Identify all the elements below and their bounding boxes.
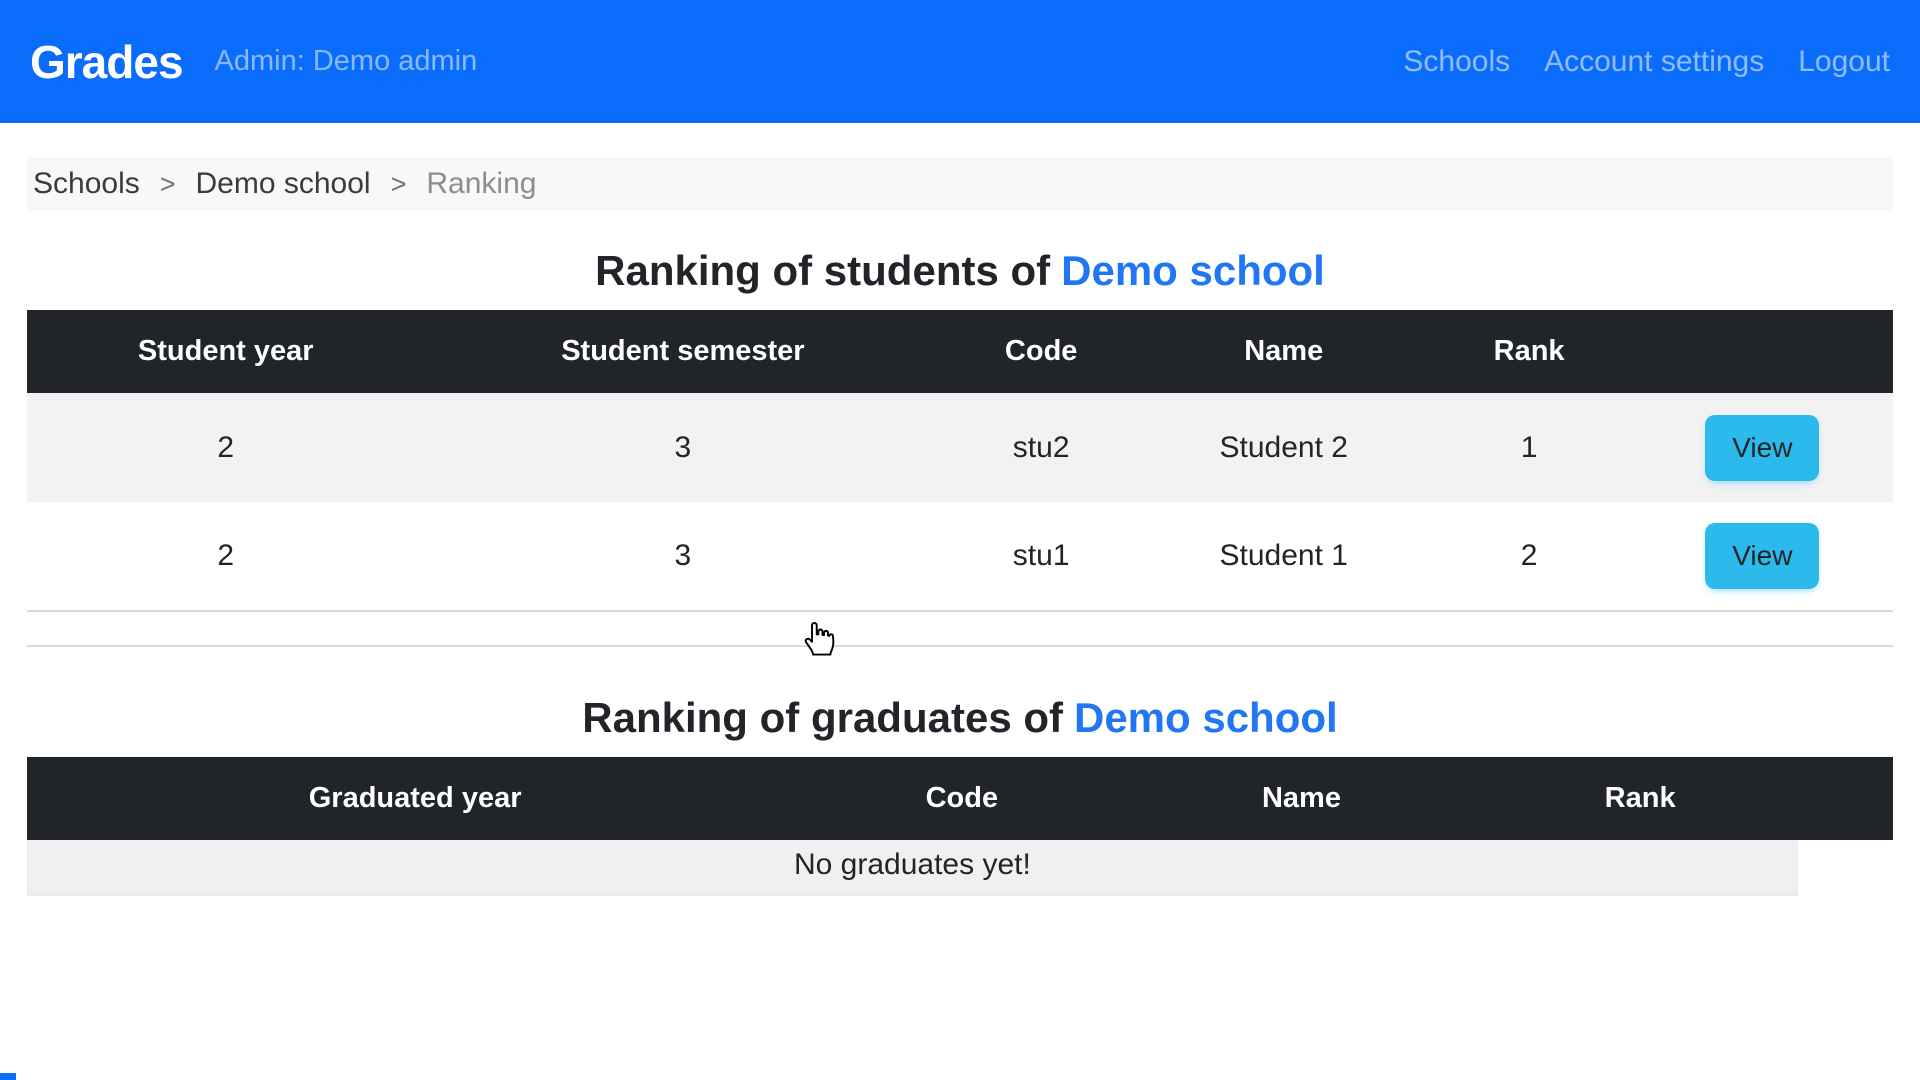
cell-rank: 2 bbox=[1520, 539, 1538, 572]
graduates-ranking-title: Ranking of graduates of Demo school bbox=[0, 694, 1920, 742]
column-header-code: Code bbox=[941, 310, 1141, 393]
breadcrumb-separator-icon: > bbox=[159, 168, 176, 199]
breadcrumb-item-demo-school[interactable]: Demo school bbox=[196, 167, 371, 201]
cell-code: stu2 bbox=[941, 393, 1141, 502]
breadcrumb-separator-icon: > bbox=[390, 168, 407, 199]
graduates-title-school-link[interactable]: Demo school bbox=[1074, 694, 1338, 741]
top-navbar: Grades Admin: Demo admin Schools Account… bbox=[0, 0, 1920, 123]
empty-state-message: No graduates yet! bbox=[27, 840, 1798, 896]
column-header-student-year: Student year bbox=[27, 310, 425, 393]
nav-link-account-settings[interactable]: Account settings bbox=[1544, 45, 1764, 79]
cell-name: Student 2 bbox=[1140, 393, 1427, 502]
navbar-links: Schools Account settings Logout bbox=[1403, 45, 1890, 79]
cell-rank: 1 bbox=[1426, 393, 1632, 502]
nav-link-logout[interactable]: Logout bbox=[1798, 45, 1890, 79]
breadcrumb-item-ranking: Ranking bbox=[426, 167, 537, 200]
students-ranking-table: Student year Student semester Code Name … bbox=[27, 310, 1893, 647]
corner-accent-bar bbox=[0, 1073, 16, 1080]
cell-code: stu1 bbox=[1012, 539, 1070, 572]
empty-state-spacer bbox=[1798, 840, 1893, 893]
table-row: 2 3 stu2 Student 2 1 View bbox=[27, 393, 1893, 502]
cell-student-semester: 3 bbox=[424, 393, 942, 502]
students-title-school-link[interactable]: Demo school bbox=[1061, 247, 1325, 294]
students-table-header-row: Student year Student semester Code Name … bbox=[27, 310, 1893, 393]
column-header-student-semester: Student semester bbox=[424, 310, 942, 393]
cell-name: Student 1 bbox=[1219, 539, 1348, 572]
graduates-title-text: Ranking of graduates of bbox=[582, 694, 1063, 741]
cell-actions: View bbox=[1632, 502, 1893, 611]
admin-user-label: Admin: Demo admin bbox=[214, 45, 478, 77]
column-header-rank: Rank bbox=[1482, 757, 1798, 840]
empty-state-row: No graduates yet! bbox=[27, 840, 1893, 896]
students-title-text: Ranking of students of bbox=[595, 247, 1051, 294]
empty-spacer-row bbox=[27, 611, 1893, 646]
brand-logo[interactable]: Grades bbox=[30, 35, 184, 89]
students-ranking-title: Ranking of students of Demo school bbox=[0, 247, 1920, 295]
breadcrumb: Schools > Demo school > Ranking bbox=[27, 157, 1893, 211]
column-header-rank: Rank bbox=[1426, 310, 1632, 393]
column-header-name: Name bbox=[1120, 757, 1483, 840]
cell-student-year: 2 bbox=[217, 539, 235, 572]
cell-student-semester: 3 bbox=[674, 539, 692, 572]
table-row: 2 3 stu1 Student 1 2 View bbox=[27, 502, 1893, 611]
column-header-graduated-year: Graduated year bbox=[27, 757, 804, 840]
graduates-table-header-row: Graduated year Code Name Rank bbox=[27, 757, 1893, 840]
column-header-actions bbox=[1631, 310, 1893, 393]
column-header-code: Code bbox=[803, 757, 1121, 840]
cell-student-year: 2 bbox=[27, 393, 425, 502]
breadcrumb-item-schools[interactable]: Schools bbox=[33, 167, 140, 201]
empty-spacer-cell bbox=[27, 611, 1893, 646]
view-button[interactable]: View bbox=[1705, 523, 1820, 589]
cell-actions: View bbox=[1631, 393, 1893, 502]
nav-link-schools[interactable]: Schools bbox=[1403, 45, 1510, 79]
graduates-ranking-table: Graduated year Code Name Rank No graduat… bbox=[27, 757, 1893, 896]
column-header-name: Name bbox=[1140, 310, 1427, 393]
column-header-actions bbox=[1797, 757, 1893, 840]
view-button[interactable]: View bbox=[1705, 414, 1820, 481]
